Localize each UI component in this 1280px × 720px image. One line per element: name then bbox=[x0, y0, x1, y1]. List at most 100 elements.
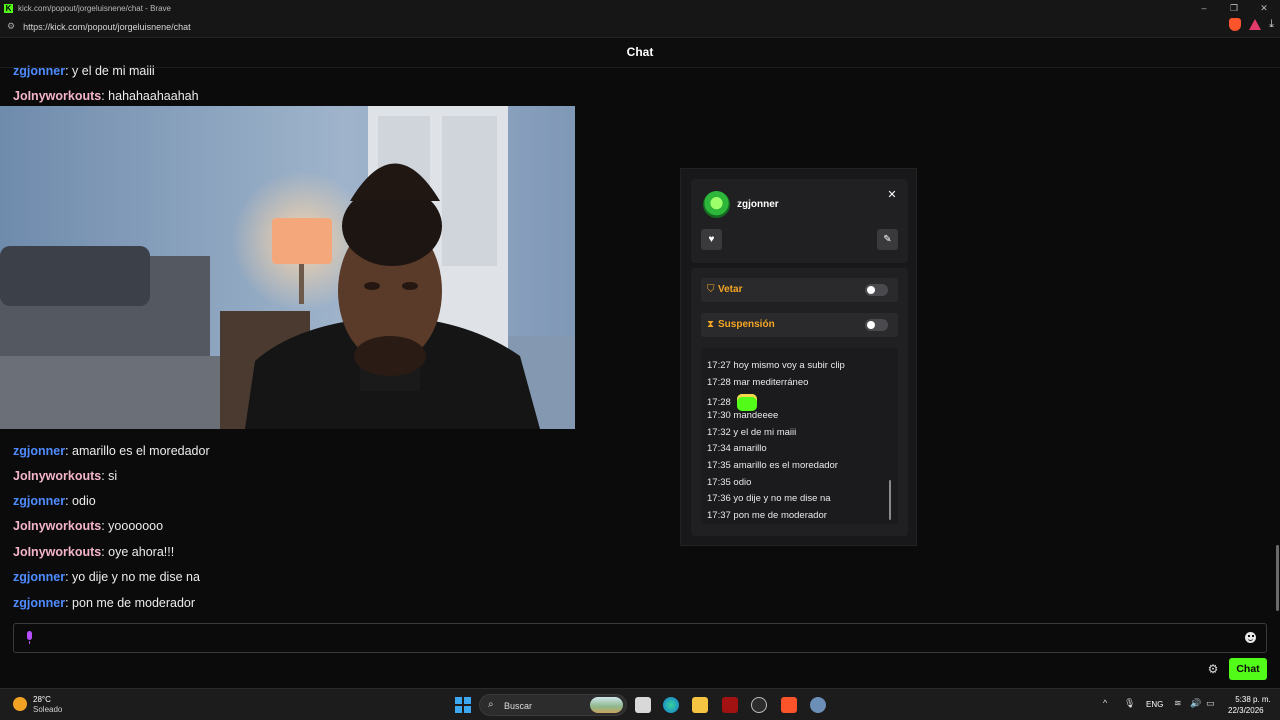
chat-message: zgjonner: amarillo es el moredador bbox=[13, 444, 210, 458]
chat-header: Chat bbox=[0, 38, 1280, 68]
hourglass-icon: ⧗ bbox=[707, 319, 715, 330]
windows-start-icon[interactable] bbox=[455, 697, 471, 713]
weather-desc[interactable]: Soleado bbox=[33, 705, 62, 714]
task-view-icon[interactable] bbox=[635, 697, 651, 713]
follow-heart-icon[interactable]: ♥ bbox=[701, 229, 722, 250]
message-text: si bbox=[104, 469, 118, 483]
history-item: 17:35 odio bbox=[707, 477, 751, 488]
history-time: 17:37 bbox=[707, 510, 731, 521]
history-time: 17:28 bbox=[707, 397, 731, 409]
chevron-up-icon[interactable]: ^ bbox=[1103, 698, 1107, 708]
history-text: yo dije y no me dise na bbox=[733, 493, 831, 504]
history-text: y el de mi maiii bbox=[733, 427, 797, 438]
search-icon: ⌕ bbox=[488, 699, 494, 710]
chat-scrollbar[interactable] bbox=[1276, 545, 1279, 611]
history-time: 17:32 bbox=[707, 427, 731, 438]
user-moderation-popup: zgjonner ✕ ♥ ✎ ⛉ Vetar ⧗ Suspensión 17:2… bbox=[680, 168, 917, 546]
webcam-scene bbox=[0, 106, 575, 429]
microphone-icon[interactable] bbox=[25, 631, 34, 645]
history-time: 17:36 bbox=[707, 493, 731, 504]
chat-input[interactable] bbox=[13, 623, 1267, 653]
sun-icon[interactable] bbox=[13, 697, 27, 711]
message-text: yooooooo bbox=[104, 519, 164, 533]
history-time: 17:35 bbox=[707, 477, 731, 488]
kick-logo-icon: K bbox=[4, 3, 13, 13]
timeout-toggle[interactable] bbox=[865, 319, 888, 331]
avatar[interactable] bbox=[703, 191, 730, 218]
ban-toggle[interactable] bbox=[865, 284, 888, 296]
message-username[interactable]: JoInyworkouts bbox=[13, 545, 101, 559]
window-title: kick.com/popout/jorgeluisnene/chat - Bra… bbox=[18, 3, 171, 13]
history-text: hoy mismo voy a subir clip bbox=[733, 360, 845, 371]
history-time: 17:27 bbox=[707, 360, 731, 371]
file-explorer-icon[interactable] bbox=[692, 697, 708, 713]
gear-icon[interactable]: ⚙ bbox=[1206, 662, 1220, 676]
url-field[interactable]: https://kick.com/popout/jorgeluisnene/ch… bbox=[23, 22, 191, 32]
history-item: 17:28 mar mediterráneo bbox=[707, 377, 808, 388]
history-scrollbar[interactable] bbox=[889, 480, 891, 520]
history-time: 17:30 bbox=[707, 410, 731, 421]
history-item: 17:32 y el de mi maiii bbox=[707, 427, 796, 438]
chat-message: zgjonner: pon me de moderador bbox=[13, 596, 195, 610]
address-bar: ⚙ https://kick.com/popout/jorgeluisnene/… bbox=[0, 16, 1280, 38]
edge-icon[interactable] bbox=[663, 697, 679, 713]
steam-icon[interactable] bbox=[751, 697, 767, 713]
volume-icon[interactable]: 🔊 bbox=[1190, 698, 1201, 709]
weather-temp[interactable]: 28°C bbox=[33, 695, 51, 704]
message-text: odio bbox=[68, 494, 96, 508]
shield-icon: ⛉ bbox=[707, 284, 715, 295]
minimize-icon[interactable]: – bbox=[1188, 0, 1220, 16]
language-indicator[interactable]: ENG bbox=[1146, 700, 1163, 709]
message-username[interactable]: JoInyworkouts bbox=[13, 89, 101, 103]
message-username[interactable]: zgjonner bbox=[13, 596, 65, 610]
app-icon[interactable] bbox=[722, 697, 738, 713]
taskbar: 28°C Soleado ⌕ Buscar ^ 🎙 ENG ≋ 🔊 ▭ 5:38… bbox=[0, 688, 1280, 720]
message-text: pon me de moderador bbox=[68, 596, 196, 610]
mute-mic-icon[interactable]: ✎ bbox=[877, 229, 898, 250]
emoji-icon[interactable] bbox=[1245, 632, 1256, 643]
history-time: 17:35 bbox=[707, 460, 731, 471]
webcam-video[interactable] bbox=[0, 106, 575, 429]
message-text: hahahaahaahah bbox=[104, 89, 199, 103]
message-text: y el de mi maiii bbox=[68, 64, 155, 78]
user-card: zgjonner ✕ ♥ ✎ bbox=[691, 179, 908, 263]
history-time: 17:34 bbox=[707, 443, 731, 454]
download-icon[interactable]: ⤓ bbox=[1269, 18, 1274, 31]
timeout-row: ⧗ Suspensión bbox=[701, 313, 898, 337]
chat-message: JoInyworkouts: oye ahora!!! bbox=[13, 545, 174, 559]
close-icon[interactable]: ✕ bbox=[885, 188, 899, 202]
message-history[interactable]: 17:27 hoy mismo voy a subir clip 17:28 m… bbox=[701, 348, 898, 524]
message-username[interactable]: zgjonner bbox=[13, 494, 65, 508]
brave-shield-icon[interactable] bbox=[1229, 18, 1242, 31]
message-username[interactable]: zgjonner bbox=[13, 64, 65, 78]
message-username[interactable]: zgjonner bbox=[13, 570, 65, 584]
chat-message: JoInyworkouts: hahahaahaahah bbox=[13, 89, 199, 103]
message-username[interactable]: JoInyworkouts bbox=[13, 469, 101, 483]
brave-icon[interactable] bbox=[781, 697, 797, 713]
settings-app-icon[interactable] bbox=[810, 697, 826, 713]
history-item: 17:37 pon me de moderador bbox=[707, 510, 827, 521]
moderation-panel: ⛉ Vetar ⧗ Suspensión 17:27 hoy mismo voy… bbox=[691, 268, 908, 536]
clock-date[interactable]: 22/3/2026 bbox=[1228, 706, 1264, 715]
site-settings-icon[interactable]: ⚙ bbox=[7, 21, 15, 32]
history-item: 17:28 bbox=[707, 394, 758, 411]
taskbar-search[interactable]: ⌕ Buscar bbox=[479, 694, 627, 716]
clock-time[interactable]: 5:38 p. m. bbox=[1233, 695, 1273, 704]
chat-message: zgjonner: odio bbox=[13, 494, 96, 508]
history-item: 17:30 mandeeee bbox=[707, 410, 778, 421]
send-chat-button[interactable]: Chat bbox=[1229, 658, 1267, 680]
search-placeholder: Buscar bbox=[504, 701, 533, 711]
message-username[interactable]: JoInyworkouts bbox=[13, 519, 101, 533]
brave-rewards-icon[interactable] bbox=[1249, 19, 1262, 30]
battery-icon[interactable]: ▭ bbox=[1206, 698, 1215, 709]
message-username[interactable]: zgjonner bbox=[13, 444, 65, 458]
history-text: odio bbox=[733, 477, 752, 488]
wifi-icon[interactable]: ≋ bbox=[1174, 698, 1182, 709]
message-text: amarillo es el moredador bbox=[68, 444, 210, 458]
timeout-label: Suspensión bbox=[718, 319, 775, 330]
microphone-tray-icon[interactable]: 🎙 bbox=[1124, 698, 1135, 709]
chat-message: zgjonner: y el de mi maiii bbox=[13, 64, 155, 78]
popup-username[interactable]: zgjonner bbox=[737, 199, 779, 210]
restore-icon[interactable]: ❐ bbox=[1218, 0, 1250, 16]
close-window-icon[interactable]: ✕ bbox=[1248, 0, 1280, 16]
